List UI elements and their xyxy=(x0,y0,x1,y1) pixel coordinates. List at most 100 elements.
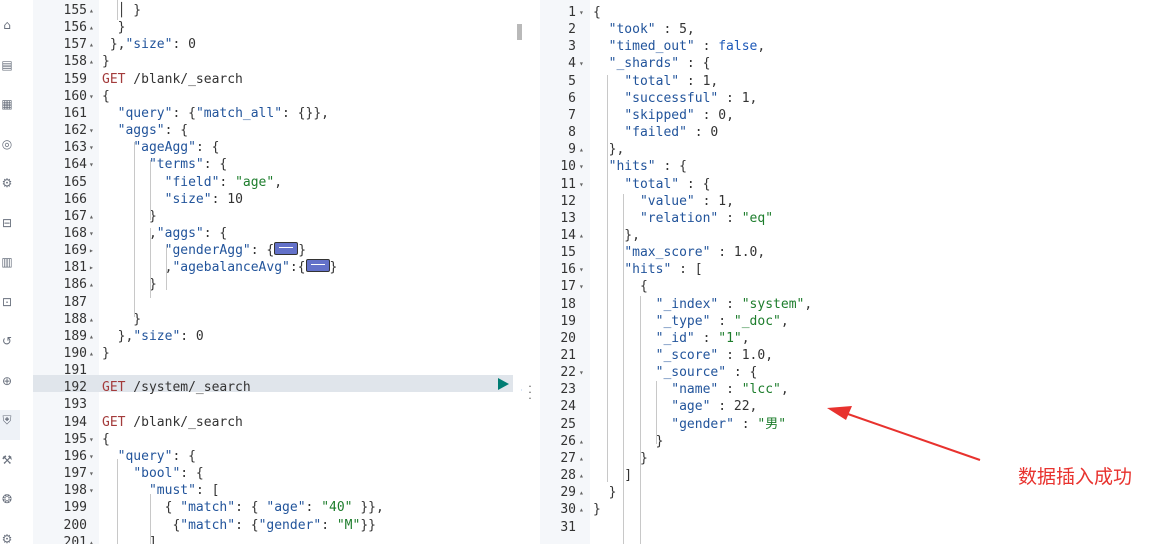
fold-toggle-icon[interactable]: ▾ xyxy=(89,482,94,499)
maps-icon[interactable]: ⚙ xyxy=(0,176,14,190)
send-request-icon[interactable] xyxy=(496,377,510,391)
code-token: : xyxy=(694,330,719,346)
code-token: : xyxy=(718,382,742,398)
code-token: }, xyxy=(593,142,625,158)
request-editor[interactable]: 155 ▴ │ } 156 ▴ } 157 ▴ },"size": 0 158 ▴} 159 GE… xyxy=(33,0,522,544)
monitoring-icon[interactable]: ❂ xyxy=(0,492,14,506)
editor-scrollbar[interactable] xyxy=(517,24,522,40)
settings-icon[interactable]: ⚙ xyxy=(0,532,14,546)
indent-guide xyxy=(623,279,624,544)
fold-toggle-icon[interactable]: ▸ xyxy=(89,242,94,259)
fold-toggle-icon[interactable]: ▴ xyxy=(579,467,584,484)
ml-icon[interactable]: ⊟ xyxy=(0,216,14,230)
line-number: 158 xyxy=(63,54,87,70)
fold-toggle-icon[interactable]: ▴ xyxy=(89,36,94,53)
line-number: 191 xyxy=(63,363,87,379)
fold-toggle-icon[interactable]: ▴ xyxy=(579,450,584,467)
fold-toggle-icon[interactable]: ▴ xyxy=(89,311,94,328)
code-token: "hits" xyxy=(608,159,656,175)
dev-tools-icon[interactable]: ⚒ xyxy=(0,453,14,467)
fold-toggle-icon[interactable]: ▴ xyxy=(89,534,94,544)
fold-toggle-icon[interactable]: ▴ xyxy=(579,433,584,450)
code-token: , xyxy=(274,174,283,190)
fold-toggle-icon[interactable]: ▾ xyxy=(89,225,94,242)
code-text: ] xyxy=(593,467,632,484)
fold-toggle-icon[interactable]: ▴ xyxy=(89,345,94,362)
fold-toggle-icon[interactable]: ▾ xyxy=(579,55,584,72)
wrench-icon[interactable] xyxy=(521,377,522,393)
fold-toggle-icon[interactable]: ▴ xyxy=(89,276,94,293)
fold-toggle-icon[interactable]: ▾ xyxy=(89,465,94,482)
line-number: 23 xyxy=(560,382,576,398)
code-token: "skipped" xyxy=(624,107,695,123)
code-token: : [ xyxy=(195,483,220,499)
code-token: :{ xyxy=(289,260,306,276)
code-token: }, xyxy=(102,328,134,344)
code-token: : [ xyxy=(671,262,703,278)
code-token: GET xyxy=(102,414,126,430)
fold-toggle-icon[interactable]: ▾ xyxy=(579,261,584,278)
code-token: }} xyxy=(360,517,376,533)
code-token: : { xyxy=(235,500,267,516)
metrics-icon[interactable]: ⊡ xyxy=(0,295,14,309)
fold-toggle-icon[interactable]: ▾ xyxy=(89,88,94,105)
home-icon[interactable]: ⌂ xyxy=(0,18,14,32)
line-number: 9 xyxy=(568,142,576,158)
code-token: "_doc" xyxy=(733,313,781,329)
fold-toggle-icon[interactable]: ▴ xyxy=(579,141,584,158)
code-text: "gender" : "男" xyxy=(593,416,786,433)
code-text: }, xyxy=(593,141,625,158)
fold-toggle-icon[interactable]: ▴ xyxy=(579,484,584,501)
canvas-icon[interactable]: ◎ xyxy=(0,137,14,151)
line-number: 7 xyxy=(568,107,576,123)
fold-toggle-icon[interactable]: ▾ xyxy=(579,158,584,175)
code-token: "_source" xyxy=(655,365,727,381)
logs-icon[interactable]: ▥ xyxy=(0,255,14,269)
fold-toggle-icon[interactable]: ▴ xyxy=(579,227,584,244)
pane-resizer[interactable]: · · · xyxy=(527,381,533,404)
collapsed-block-icon[interactable] xyxy=(274,242,299,256)
uptime-icon[interactable]: ⊕ xyxy=(0,374,14,388)
fold-toggle-icon[interactable]: ▴ xyxy=(89,53,94,70)
line-number: 18 xyxy=(560,296,576,312)
fold-toggle-icon[interactable]: ▴ xyxy=(89,19,94,36)
line-number: 4 xyxy=(568,56,576,72)
code-text: "value" : 1, xyxy=(593,193,734,210)
collapsed-block-icon[interactable] xyxy=(305,259,330,273)
code-token: : { xyxy=(164,123,189,139)
code-token: "gender" xyxy=(671,416,734,432)
discover-icon[interactable]: ▤ xyxy=(0,58,14,72)
line-number: 3 xyxy=(568,39,576,55)
line-number: 1 xyxy=(568,5,576,20)
code-token: } xyxy=(593,433,664,449)
line-number: 13 xyxy=(560,210,576,226)
fold-toggle-icon[interactable]: ▾ xyxy=(89,448,94,465)
code-token: false xyxy=(718,39,758,55)
fold-toggle-icon[interactable]: ▾ xyxy=(579,364,584,381)
code-text: ,"aggs": { xyxy=(102,225,227,242)
fold-toggle-icon[interactable]: ▴ xyxy=(579,501,584,518)
code-token: : { xyxy=(172,105,196,121)
security-icon[interactable]: ⛨ xyxy=(0,413,14,427)
fold-toggle-icon[interactable]: ▴ xyxy=(89,328,94,345)
fold-toggle-icon[interactable]: ▸ xyxy=(89,259,94,276)
apm-icon[interactable]: ↺ xyxy=(0,334,14,348)
fold-toggle-icon[interactable]: ▴ xyxy=(89,2,94,19)
fold-toggle-icon[interactable]: ▾ xyxy=(579,278,584,295)
fold-toggle-icon[interactable]: ▾ xyxy=(579,176,584,193)
fold-toggle-icon[interactable]: ▾ xyxy=(89,139,94,156)
fold-toggle-icon[interactable]: ▾ xyxy=(89,122,94,139)
dashboard-icon[interactable]: ▦ xyxy=(0,97,14,111)
fold-toggle-icon[interactable]: ▾ xyxy=(89,431,94,448)
fold-toggle-icon[interactable]: ▾ xyxy=(89,156,94,173)
code-token: GET xyxy=(102,380,126,396)
fold-toggle-icon[interactable]: ▾ xyxy=(579,4,584,21)
fold-toggle-icon[interactable]: ▴ xyxy=(89,208,94,225)
code-token: } xyxy=(102,311,142,327)
code-text: "hits" : [ xyxy=(593,261,703,278)
